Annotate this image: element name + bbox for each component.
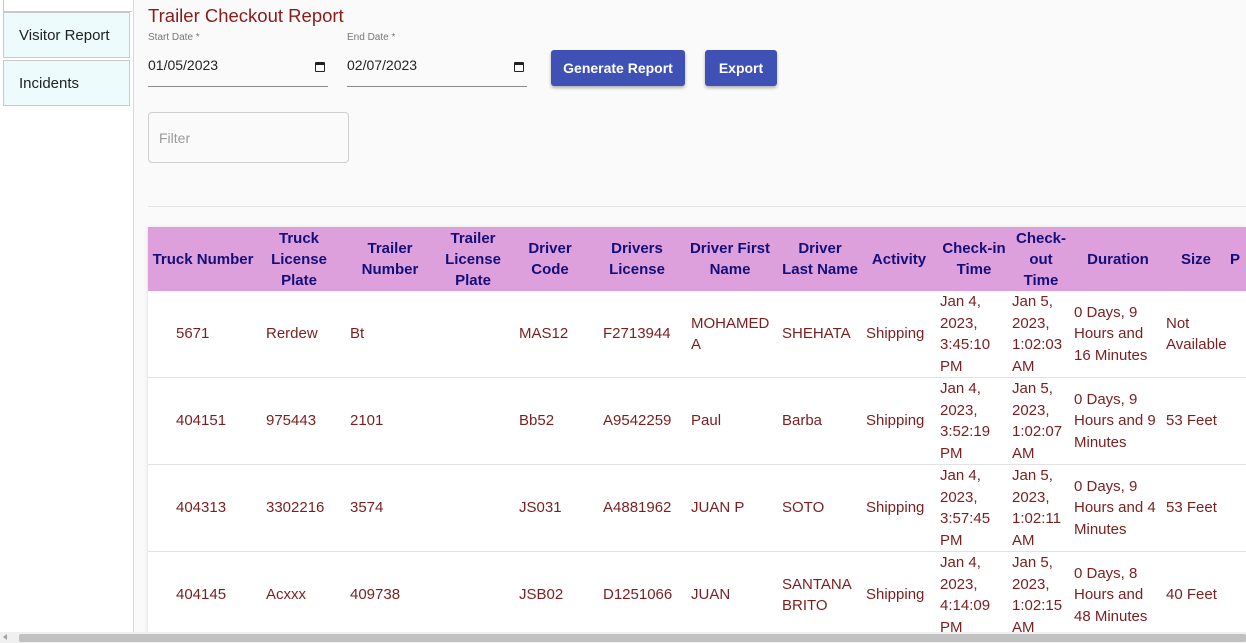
cell-driver-first-name: MOHAMED A [680, 291, 780, 378]
cell-driver-first-name: Paul [680, 377, 780, 465]
header-driver-code[interactable]: Driver Code [506, 227, 594, 291]
cell-driver-code: Bb52 [506, 377, 594, 465]
cell-check-in-time: Jan 4, 2023, 3:45:10 PM [938, 291, 1010, 378]
calendar-icon[interactable] [514, 62, 524, 72]
cell-driver-last-name: SANTANA BRITO [780, 551, 860, 632]
sidebar-item-visitor-report[interactable]: Visitor Report [3, 12, 130, 58]
cell-driver-last-name: Barba [780, 377, 860, 465]
cell-trailer-license-plate [440, 551, 506, 632]
filter-input[interactable] [148, 112, 349, 163]
header-truck-number[interactable]: Truck Number [148, 227, 258, 291]
header-p[interactable]: P [1228, 227, 1246, 291]
export-button[interactable]: Export [705, 50, 777, 86]
cell-check-in-time: Jan 4, 2023, 3:57:45 PM [938, 464, 1010, 552]
cell-trailer-number: 409738 [340, 551, 440, 632]
cell-truck-number: 5671 [148, 291, 258, 378]
end-date-label: End Date * [347, 32, 396, 43]
cell-activity: Shipping [860, 464, 938, 552]
cell-drivers-license: A9542259 [594, 377, 680, 465]
cell-check-out-time: Jan 5, 2023, 1:02:07 AM [1010, 377, 1072, 465]
cell-size: 40 Feet [1164, 551, 1228, 632]
cell-activity: Shipping [860, 551, 938, 632]
cell-truck-number: 404313 [148, 464, 258, 552]
header-truck-license-plate[interactable]: Truck License Plate [258, 227, 340, 291]
sidebar: Visitor Report Incidents [0, 0, 134, 632]
generate-report-button[interactable]: Generate Report [551, 50, 685, 86]
cell-check-out-time: Jan 5, 2023, 1:02:03 AM [1010, 291, 1072, 378]
header-driver-last-name[interactable]: Driver Last Name [780, 227, 860, 291]
cell-trailer-number: 3574 [340, 464, 440, 552]
cell-activity: Shipping [860, 291, 938, 378]
divider [148, 206, 1246, 207]
start-date-label: Start Date * [148, 32, 200, 43]
cell-duration: 0 Days, 9 Hours and 9 Minutes [1072, 377, 1164, 465]
header-trailer-license-plate[interactable]: Trailer License Plate [440, 227, 506, 291]
cell-duration: 0 Days, 9 Hours and 4 Minutes [1072, 464, 1164, 552]
header-trailer-number[interactable]: Trailer Number [340, 227, 440, 291]
cell-drivers-license: D1251066 [594, 551, 680, 632]
report-table: Truck Number Truck License Plate Trailer… [148, 227, 1246, 632]
cell-drivers-license: F2713944 [594, 291, 680, 378]
start-date-input[interactable]: 01/05/2023 [148, 50, 328, 87]
table-row[interactable]: 404313 3302216 3574 JS031 A4881962 JUAN … [148, 464, 1246, 552]
cell-size: 53 Feet [1164, 377, 1228, 465]
cell-check-in-time: Jan 4, 2023, 3:52:19 PM [938, 377, 1010, 465]
cell-truck-license-plate: Rerdew [258, 291, 340, 378]
cell-driver-last-name: SOTO [780, 464, 860, 552]
header-check-in-time[interactable]: Check-in Time [938, 227, 1010, 291]
end-date-field[interactable]: End Date * 02/07/2023 [347, 32, 527, 87]
cell-drivers-license: A4881962 [594, 464, 680, 552]
cell-size: 53 Feet [1164, 464, 1228, 552]
cell-truck-license-plate: 975443 [258, 377, 340, 465]
cell-truck-number: 404145 [148, 551, 258, 632]
cell-duration: 0 Days, 8 Hours and 48 Minutes [1072, 551, 1164, 632]
cell-trailer-license-plate [440, 377, 506, 465]
scrollbar-thumb[interactable] [19, 634, 1246, 642]
table-row[interactable]: 404145 Acxxx 409738 JSB02 D1251066 JUAN … [148, 551, 1246, 632]
header-activity[interactable]: Activity [860, 227, 938, 291]
cell-check-in-time: Jan 4, 2023, 4:14:09 PM [938, 551, 1010, 632]
cell-driver-last-name: SHEHATA [780, 291, 860, 378]
table-header-row: Truck Number Truck License Plate Trailer… [148, 227, 1246, 291]
header-driver-first-name[interactable]: Driver First Name [680, 227, 780, 291]
sidebar-item-incidents[interactable]: Incidents [3, 60, 130, 106]
cell-check-out-time: Jan 5, 2023, 1:02:11 AM [1010, 464, 1072, 552]
header-duration[interactable]: Duration [1072, 227, 1164, 291]
cell-duration: 0 Days, 9 Hours and 16 Minutes [1072, 291, 1164, 378]
cell-truck-number: 404151 [148, 377, 258, 465]
header-drivers-license[interactable]: Drivers License [594, 227, 680, 291]
sidebar-item-partial[interactable] [3, 0, 132, 12]
table-row[interactable]: 404151 975443 2101 Bb52 A9542259 Paul Ba… [148, 377, 1246, 465]
cell-driver-code: JS031 [506, 464, 594, 552]
cell-activity: Shipping [860, 377, 938, 465]
cell-trailer-number: 2101 [340, 377, 440, 465]
cell-trailer-license-plate [440, 464, 506, 552]
horizontal-scrollbar[interactable] [0, 632, 1246, 643]
cell-truck-license-plate: 3302216 [258, 464, 340, 552]
cell-size: Not Available [1164, 291, 1228, 378]
report-table-container[interactable]: Truck Number Truck License Plate Trailer… [148, 227, 1246, 632]
end-date-value: 02/07/2023 [347, 57, 418, 73]
page-title: Trailer Checkout Report [148, 5, 344, 26]
start-date-field[interactable]: Start Date * 01/05/2023 [148, 32, 328, 87]
scroll-left-arrow-icon[interactable] [3, 634, 7, 640]
cell-trailer-license-plate [440, 291, 506, 378]
cell-trailer-number: Bt [340, 291, 440, 378]
calendar-icon[interactable] [315, 62, 325, 72]
cell-p [1228, 377, 1246, 465]
header-check-out-time[interactable]: Check-out Time [1010, 227, 1072, 291]
table-row[interactable]: 5671 Rerdew Bt MAS12 F2713944 MOHAMED A … [148, 291, 1246, 378]
cell-p [1228, 291, 1246, 378]
cell-check-out-time: Jan 5, 2023, 1:02:15 AM [1010, 551, 1072, 632]
cell-driver-first-name: JUAN P [680, 464, 780, 552]
cell-driver-code: JSB02 [506, 551, 594, 632]
header-size[interactable]: Size [1164, 227, 1228, 291]
cell-p [1228, 551, 1246, 632]
cell-p [1228, 464, 1246, 552]
start-date-value: 01/05/2023 [148, 57, 219, 73]
cell-truck-license-plate: Acxxx [258, 551, 340, 632]
end-date-input[interactable]: 02/07/2023 [347, 50, 527, 87]
cell-driver-code: MAS12 [506, 291, 594, 378]
cell-driver-first-name: JUAN [680, 551, 780, 632]
